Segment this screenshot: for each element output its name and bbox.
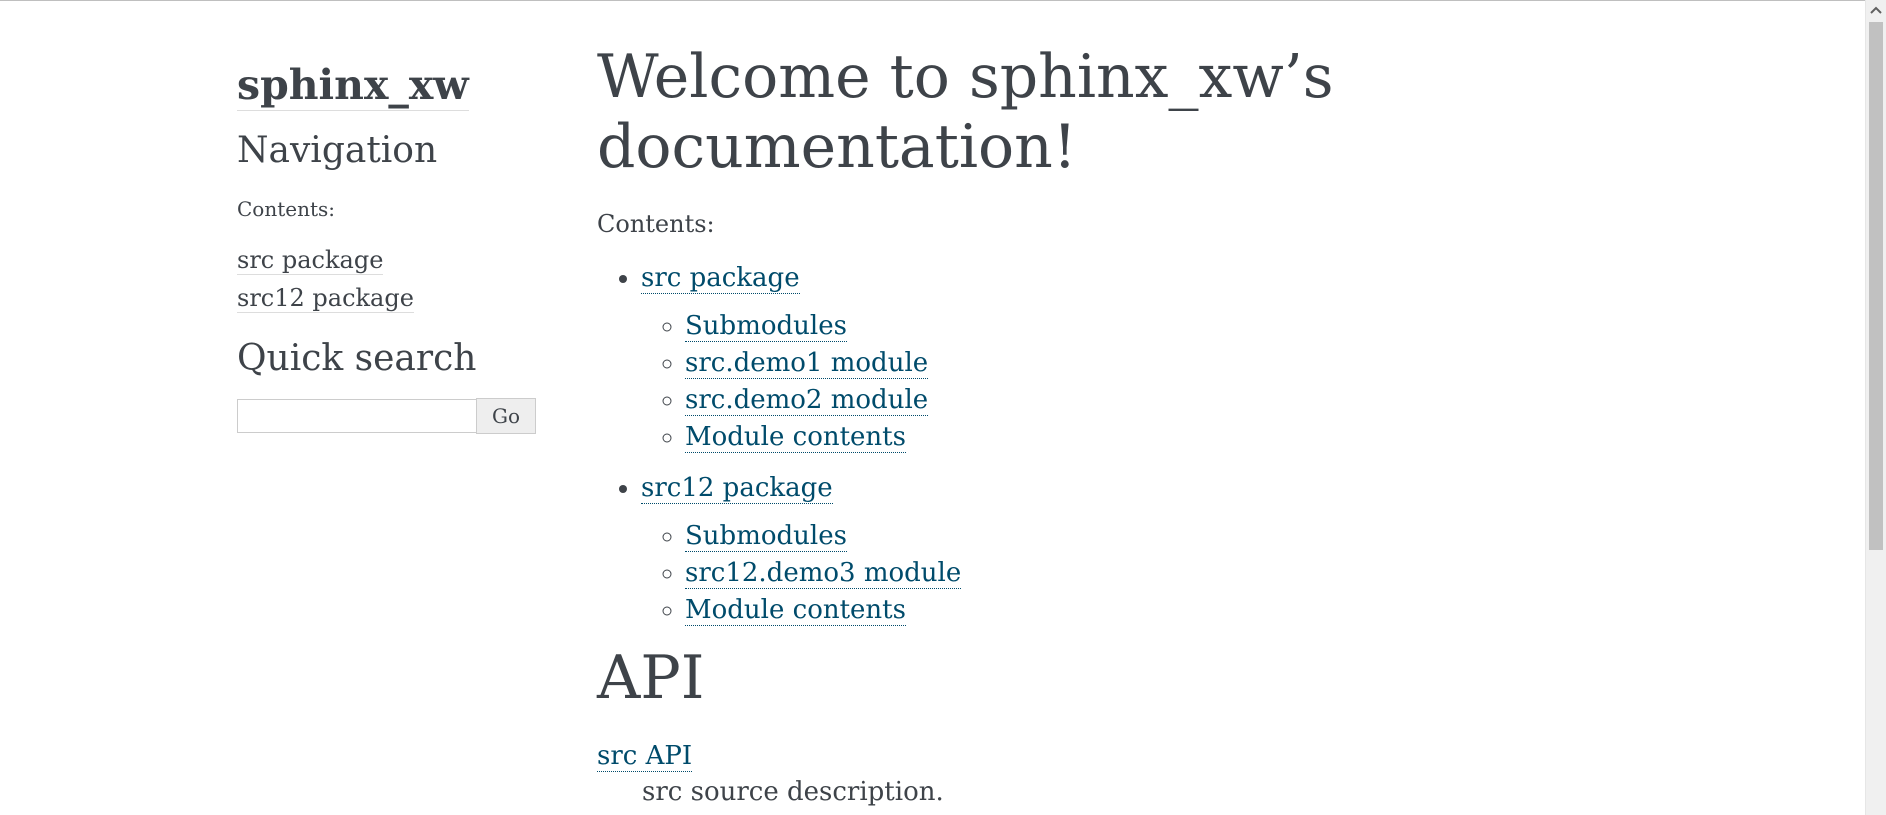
toc-subitem: Submodules (685, 518, 1397, 555)
toc-link-src-package[interactable]: src package (641, 263, 800, 294)
toc-link-src-demo2[interactable]: src.demo2 module (685, 385, 929, 416)
sidebar-link-src12-package[interactable]: src12 package (237, 284, 414, 313)
main-content: Welcome to sphinx_xw’s documentation! Co… (597, 42, 1397, 807)
toc-subitem: src12.demo3 module (685, 555, 1397, 592)
sidebar-contents-caption: Contents: (237, 197, 336, 221)
toc-link-src12-module-contents[interactable]: Module contents (685, 595, 906, 626)
navigation-heading: Navigation (237, 130, 438, 171)
api-link-src[interactable]: src API (597, 741, 693, 772)
toc-caption: Contents: (597, 210, 715, 238)
sidebar-item-src-package: src package (237, 241, 557, 279)
toc-item-src12-package: src12 package Submodules src12.demo3 mod… (641, 470, 1397, 629)
toc-list: src package Submodules src.demo1 module … (597, 260, 1397, 629)
toc-link-src12-demo3[interactable]: src12.demo3 module (685, 558, 962, 589)
toc-item-src-package: src package Submodules src.demo1 module … (641, 260, 1397, 456)
toc-link-src-module-contents[interactable]: Module contents (685, 422, 906, 453)
sidebar-item-src12-package: src12 package (237, 279, 557, 317)
sidebar-link-src-package[interactable]: src package (237, 246, 384, 275)
toc-link-src12-submodules[interactable]: Submodules (685, 521, 847, 552)
search-input[interactable] (237, 399, 477, 433)
toc-subitem: Submodules (685, 308, 1397, 345)
project-logo-link[interactable]: sphinx_xw (237, 60, 469, 111)
toc-sublist-src: Submodules src.demo1 module src.demo2 mo… (641, 308, 1397, 456)
vertical-scrollbar[interactable] (1865, 0, 1886, 815)
sidebar-nav-list: src package src12 package (237, 241, 557, 317)
scroll-up-button[interactable] (1866, 0, 1886, 20)
toc-subitem: Module contents (685, 419, 1397, 456)
api-heading: API (597, 643, 705, 713)
toc-link-src-demo1[interactable]: src.demo1 module (685, 348, 929, 379)
toc-subitem: Module contents (685, 592, 1397, 629)
chevron-up-icon (1870, 6, 1882, 14)
window-top-border (0, 0, 1866, 1)
api-description: src source description. (642, 777, 944, 807)
scrollbar-thumb[interactable] (1869, 22, 1883, 550)
toc-subitem: src.demo2 module (685, 382, 1397, 419)
toc-link-src12-package[interactable]: src12 package (641, 473, 833, 504)
quick-search-heading: Quick search (237, 338, 477, 379)
search-go-button[interactable]: Go (476, 398, 536, 434)
toc-sublist-src12: Submodules src12.demo3 module Module con… (641, 518, 1397, 629)
toc-link-src-submodules[interactable]: Submodules (685, 311, 847, 342)
page-title: Welcome to sphinx_xw’s documentation! (597, 42, 1334, 182)
search-form: Go (237, 398, 557, 434)
toc-subitem: src.demo1 module (685, 345, 1397, 382)
sidebar: sphinx_xw Navigation Contents: src packa… (237, 60, 557, 434)
